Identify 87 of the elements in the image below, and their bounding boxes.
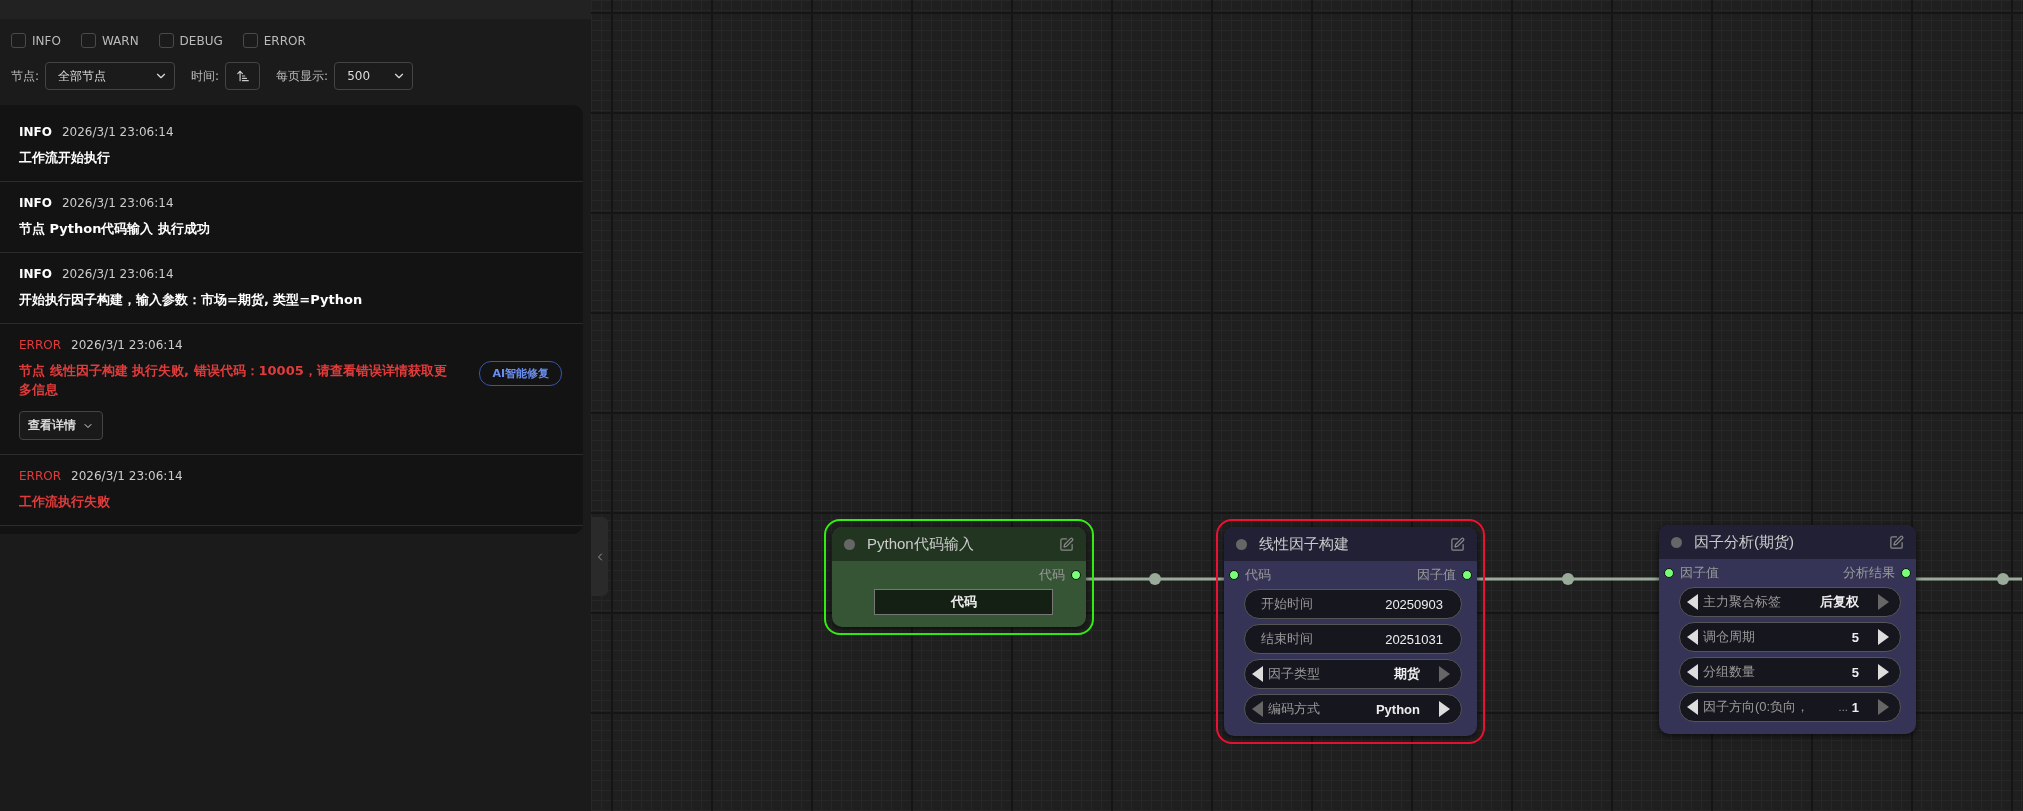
combo-widget[interactable]: 主力聚合标签 后复权 xyxy=(1679,587,1901,617)
widget-label: 分组数量 xyxy=(1703,663,1756,681)
node-title: Python代码输入 xyxy=(867,534,975,554)
node-select[interactable]: 全部节点 xyxy=(45,62,176,90)
slot-label: 代码 xyxy=(1039,566,1065,584)
log-level: ERROR xyxy=(19,338,62,352)
ai-fix-button[interactable]: AI智能修复 xyxy=(479,361,562,386)
widget-label: 因子类型 xyxy=(1268,665,1321,683)
left-triangle-icon[interactable] xyxy=(1686,628,1699,646)
slot-label: 分析结果 xyxy=(1843,564,1895,582)
number-widget[interactable]: 开始时间 20250903 xyxy=(1244,589,1462,619)
widget-label: 编码方式 xyxy=(1268,700,1321,718)
log-time: 2026/3/1 23:06:14 xyxy=(71,338,183,352)
output-port[interactable] xyxy=(1071,570,1081,580)
reroute-dot[interactable] xyxy=(1149,573,1161,585)
log-level: INFO xyxy=(19,125,52,139)
checkbox-label: DEBUG xyxy=(179,33,223,48)
log-message: 节点 线性因子构建 执行失败, 错误代码：10005，请查看错误详情获取更多信息 xyxy=(19,362,448,399)
combo-widget[interactable]: 分组数量 5 xyxy=(1679,657,1901,687)
widget-label: 调仓周期 xyxy=(1703,628,1756,646)
checkbox[interactable] xyxy=(11,33,26,48)
collapse-dot[interactable] xyxy=(1671,536,1682,548)
widget-label: 主力聚合标签 xyxy=(1703,593,1782,611)
edit-icon[interactable] xyxy=(1889,534,1904,550)
page-size-select[interactable]: 500 xyxy=(334,62,414,90)
combo-widget[interactable]: 编码方式 Python xyxy=(1244,694,1462,724)
log-level: INFO xyxy=(19,267,52,281)
left-triangle-icon[interactable] xyxy=(1251,665,1264,683)
left-triangle-icon[interactable] xyxy=(1686,663,1699,681)
log-time: 2026/3/1 23:06:14 xyxy=(61,125,174,139)
slot-label: 代码 xyxy=(1245,566,1271,584)
reroute-dot[interactable] xyxy=(1997,573,2009,585)
log-level: INFO xyxy=(19,196,52,210)
output-port[interactable] xyxy=(1901,568,1911,578)
text-field[interactable]: 代码 xyxy=(874,589,1053,615)
log-message: 节点 Python代码输入 执行成功 xyxy=(19,220,210,238)
right-triangle-icon[interactable] xyxy=(1877,663,1890,681)
combo-widget[interactable]: 调仓周期 5 xyxy=(1679,622,1901,652)
collapse-dot[interactable] xyxy=(844,538,855,550)
node-title: 线性因子构建 xyxy=(1259,534,1350,554)
widget-value: 5 xyxy=(1851,629,1859,645)
checkbox-label: WARN xyxy=(101,33,139,48)
checkbox[interactable] xyxy=(242,33,258,48)
checkbox[interactable] xyxy=(158,33,174,48)
widget-value: 后复权 xyxy=(1820,593,1859,611)
output-port[interactable] xyxy=(1462,570,1472,580)
log-time: 2026/3/1 23:06:14 xyxy=(71,469,183,483)
number-widget[interactable]: 结束时间 20251031 xyxy=(1244,624,1462,654)
node-title: 因子分析(期货) xyxy=(1694,532,1795,552)
edit-icon[interactable] xyxy=(1450,536,1465,552)
right-triangle-icon[interactable] xyxy=(1438,700,1451,718)
checkbox-label: ERROR xyxy=(263,33,306,48)
node-card[interactable]: Python代码输入 代码 代码 xyxy=(824,519,1094,635)
filter-label: 节点: xyxy=(11,67,40,85)
combo-widget[interactable]: 因子类型 期货 xyxy=(1244,659,1462,689)
log-message: 开始执行因子构建，输入参数：市场=期货, 类型=Python xyxy=(19,291,363,309)
combo-widget[interactable]: 因子方向(0:负向， ... 1 xyxy=(1679,692,1901,722)
filter-label: 时间: xyxy=(191,67,220,85)
log-message: 工作流开始执行 xyxy=(19,149,110,167)
collapse-handle[interactable] xyxy=(591,517,608,596)
details-button[interactable]: 查看详情 xyxy=(19,411,103,440)
edit-icon[interactable] xyxy=(1059,536,1074,552)
checkbox[interactable] xyxy=(80,33,96,48)
ellipsis: ... xyxy=(1838,701,1848,713)
right-triangle-icon[interactable] xyxy=(1877,628,1890,646)
input-port[interactable] xyxy=(1229,570,1239,580)
log-time: 2026/3/1 23:06:14 xyxy=(61,196,174,210)
sort-icon xyxy=(235,69,250,83)
collapse-dot[interactable] xyxy=(1236,538,1247,550)
widget-value: Python xyxy=(1375,701,1420,717)
log-level: ERROR xyxy=(19,469,62,483)
slot-label: 因子值 xyxy=(1417,566,1456,584)
node-card[interactable]: 线性因子构建 代码 因子值 开始时间 20250903 结束时间 20251031 因子类型 期货 编码方式 Python xyxy=(1216,519,1485,744)
reroute-dot[interactable] xyxy=(1562,573,1574,585)
widget-value: 1 xyxy=(1851,699,1859,715)
log-message: 工作流执行失败 xyxy=(19,493,110,511)
slot-label: 因子值 xyxy=(1680,564,1719,582)
left-triangle-icon[interactable] xyxy=(1686,593,1699,611)
widget-value: 5 xyxy=(1851,664,1859,680)
widget-label: 因子方向(0:负向， xyxy=(1703,698,1811,716)
checkbox-label: INFO xyxy=(32,33,61,48)
filter-label: 每页显示: xyxy=(276,67,329,85)
input-port[interactable] xyxy=(1664,568,1674,578)
sort-button[interactable] xyxy=(225,62,261,90)
widget-value: 期货 xyxy=(1394,665,1420,683)
left-triangle-icon[interactable] xyxy=(1686,698,1699,716)
log-time: 2026/3/1 23:06:14 xyxy=(61,267,174,281)
